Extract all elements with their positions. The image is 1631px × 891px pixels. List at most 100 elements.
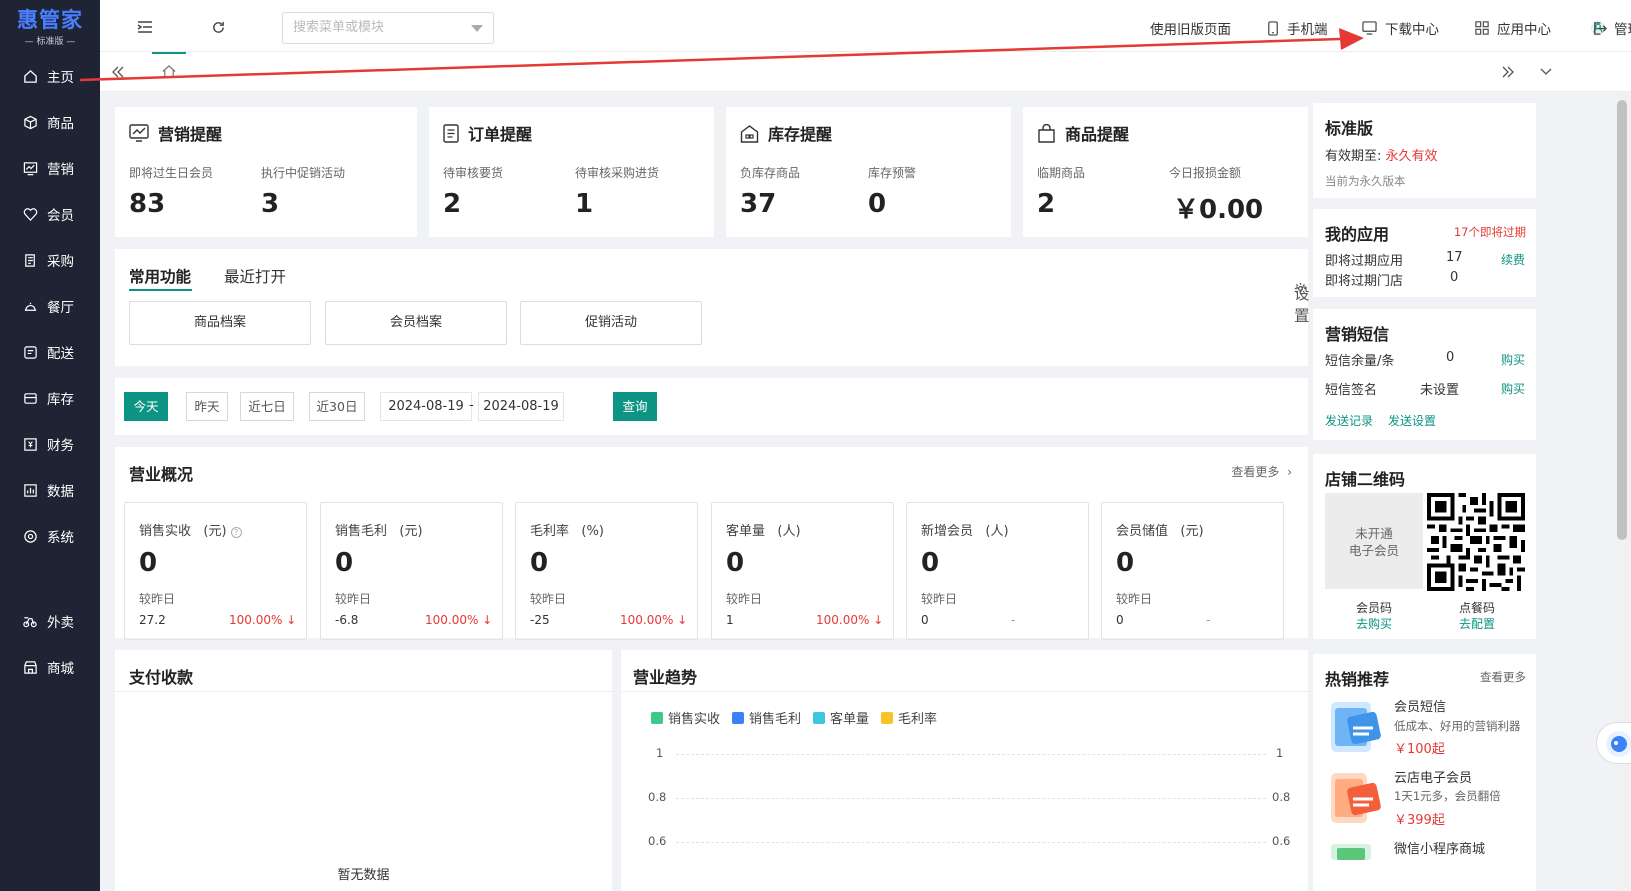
chart-icon [22, 160, 38, 176]
member-code-buy-link[interactable]: 去购买 [1356, 615, 1392, 632]
sidebar-item-takeout[interactable]: 外卖 [0, 603, 100, 639]
expiring-goods-value[interactable]: 2 [1037, 189, 1055, 219]
stat-card-new-members[interactable]: 新增会员 (人) 0 较昨日 0 - [906, 502, 1089, 640]
y-tick-left: 1 [656, 746, 664, 760]
query-button[interactable]: 查询 [613, 392, 657, 421]
download-center-link[interactable]: 下载中心 [1362, 18, 1439, 38]
tab-bar [100, 52, 1631, 92]
sms-balance-label: 短信余量/条 [1325, 354, 1395, 369]
sms-card: 营销短信 短信余量/条 0 购买 短信签名 未设置 购买 发送记录 发送设置 [1313, 309, 1536, 440]
sidebar-item-restaurant[interactable]: 餐厅 [0, 288, 100, 324]
active-promo-value[interactable]: 3 [261, 189, 279, 219]
sidebar-item-mall[interactable]: 商城 [0, 649, 100, 685]
send-settings-link[interactable]: 发送设置 [1388, 412, 1436, 429]
expiring-badge[interactable]: 17个即将过期 [1454, 224, 1526, 240]
stat-card-customers[interactable]: 客单量 (人) 0 较昨日 1 100.00% ↓ [711, 502, 894, 640]
chart-legend: 销售实收 销售毛利 客单量 毛利率 [651, 708, 949, 727]
stock-warning-value[interactable]: 0 [868, 189, 886, 219]
sidebar-item-label: 商城 [47, 661, 74, 677]
scrollbar-thumb[interactable] [1617, 100, 1627, 540]
mobile-link[interactable]: 手机端 [1267, 18, 1328, 38]
filter-last7-button[interactable]: 近七日 [240, 392, 294, 421]
sidebar-item-home[interactable]: 主页 [0, 58, 100, 94]
product-name[interactable]: 微信小程序商城 [1394, 838, 1485, 857]
change-percent: 100.00% ↓ [229, 613, 297, 627]
loss-amount-label: 今日报损金额 [1169, 166, 1242, 180]
sidebar-item-goods[interactable]: 商品 [0, 104, 100, 140]
sms-product-image[interactable] [1325, 698, 1385, 756]
old-page-link[interactable]: 使用旧版页面 [1150, 18, 1231, 38]
business-overview-card: 营业概况 查看更多 › 销售实收 (元) ? 0 较昨日 27.2 100.00… [115, 447, 1308, 640]
stat-card-margin[interactable]: 毛利率 (%) 0 较昨日 -25 100.00% ↓ [515, 502, 698, 640]
sidebar-item-marketing[interactable]: 营销 [0, 150, 100, 186]
sidebar-item-system[interactable]: 系统 [0, 518, 100, 554]
filter-today-button[interactable]: 今天 [124, 392, 168, 421]
document-icon [443, 123, 459, 143]
change-percent: - [1206, 613, 1211, 627]
pending-purchase-value[interactable]: 1 [575, 189, 593, 219]
sidebar-item-delivery[interactable]: 配送 [0, 334, 100, 370]
overview-more-link[interactable]: 查看更多 › [1231, 463, 1292, 480]
app-center-link[interactable]: 应用中心 [1475, 18, 1551, 38]
assistant-icon [1606, 731, 1631, 757]
search-input[interactable]: 搜索菜单或模块 [282, 12, 494, 44]
refresh-icon[interactable] [208, 17, 228, 37]
logout-icon[interactable] [1589, 18, 1609, 38]
sidebar-item-label: 配送 [47, 346, 74, 362]
legend-item[interactable]: 客单量 [813, 708, 869, 727]
buy-sms-link[interactable]: 购买 [1501, 351, 1525, 368]
double-chevron-right-icon[interactable] [1498, 62, 1518, 82]
menu-collapse-icon[interactable] [135, 17, 155, 37]
birthday-member-value[interactable]: 83 [129, 189, 165, 219]
chevron-down-icon[interactable] [1536, 62, 1556, 82]
emember-product-image[interactable] [1325, 769, 1385, 827]
miniapp-product-image[interactable] [1325, 840, 1385, 860]
filter-yesterday-button[interactable]: 昨天 [186, 392, 228, 421]
sidebar-item-inventory[interactable]: 库存 [0, 380, 100, 416]
buy-signature-link[interactable]: 购买 [1501, 380, 1525, 397]
stat-card-gross-profit[interactable]: 销售毛利 (元) 0 较昨日 -6.8 100.00% ↓ [320, 502, 503, 640]
stat-card-member-deposit[interactable]: 会员储值 (元) 0 较昨日 0 - [1101, 502, 1284, 640]
sidebar-item-member[interactable]: 会员 [0, 196, 100, 232]
double-chevron-left-icon[interactable] [108, 62, 128, 82]
help-icon[interactable]: ? [230, 527, 242, 538]
legend-item[interactable]: 销售实收 [651, 708, 720, 727]
product-name[interactable]: 云店电子会员 [1394, 767, 1472, 786]
member-code-label: 会员码 [1356, 601, 1393, 615]
legend-item[interactable]: 毛利率 [881, 708, 937, 727]
send-log-link[interactable]: 发送记录 [1325, 412, 1373, 429]
loss-amount-value[interactable]: ￥0.00 [1173, 189, 1263, 226]
marketing-reminder-card: 营销提醒 即将过生日会员 83 执行中促销活动 3 [115, 107, 417, 237]
legend-item[interactable]: 销售毛利 [732, 708, 801, 727]
pending-requisition-value[interactable]: 2 [443, 189, 461, 219]
sidebar-item-purchase[interactable]: 采购 [0, 242, 100, 278]
negative-stock-value[interactable]: 37 [740, 189, 776, 219]
compare-label: 较昨日 [1116, 592, 1153, 606]
sms-signature-label: 短信签名 [1325, 383, 1378, 398]
promotion-button[interactable]: 促销活动 [520, 301, 702, 345]
tab-recent[interactable]: 最近打开 [224, 265, 286, 287]
filter-last30-button[interactable]: 近30日 [309, 392, 365, 421]
stat-card-sales[interactable]: 销售实收 (元) ? 0 较昨日 27.2 100.00% ↓ [124, 502, 307, 640]
expiring-stores-label: 即将过期门店 [1325, 274, 1404, 289]
goods-archive-button[interactable]: 商品档案 [129, 301, 311, 345]
monitor-icon [1362, 21, 1377, 35]
assistant-float-button[interactable] [1596, 722, 1631, 764]
renew-link[interactable]: 续费 [1501, 251, 1525, 268]
page-scrollbar[interactable] [1613, 92, 1631, 891]
date-filter-bar: 今天 昨天 近七日 近30日 2024-08-19 - 2024-08-19 查… [115, 378, 1308, 435]
member-code-placeholder: 未开通 电子会员 [1325, 493, 1423, 589]
sidebar-item-label: 财务 [47, 438, 74, 454]
tab-home[interactable] [152, 52, 186, 92]
sidebar-item-finance[interactable]: 财务 [0, 426, 100, 462]
date-start-input[interactable]: 2024-08-19 [380, 392, 472, 421]
sidebar-item-data[interactable]: 数据 [0, 472, 100, 508]
tab-common-functions[interactable]: 常用功能 [129, 265, 191, 287]
order-code-config-link[interactable]: 去配置 [1459, 615, 1495, 632]
member-archive-button[interactable]: 会员档案 [325, 301, 507, 345]
truck-icon [22, 344, 38, 360]
stock-warning-label: 库存预警 [868, 166, 917, 180]
date-end-input[interactable]: 2024-08-19 [478, 392, 564, 421]
hot-more-link[interactable]: 查看更多 [1480, 669, 1526, 685]
product-name[interactable]: 会员短信 [1394, 696, 1446, 715]
